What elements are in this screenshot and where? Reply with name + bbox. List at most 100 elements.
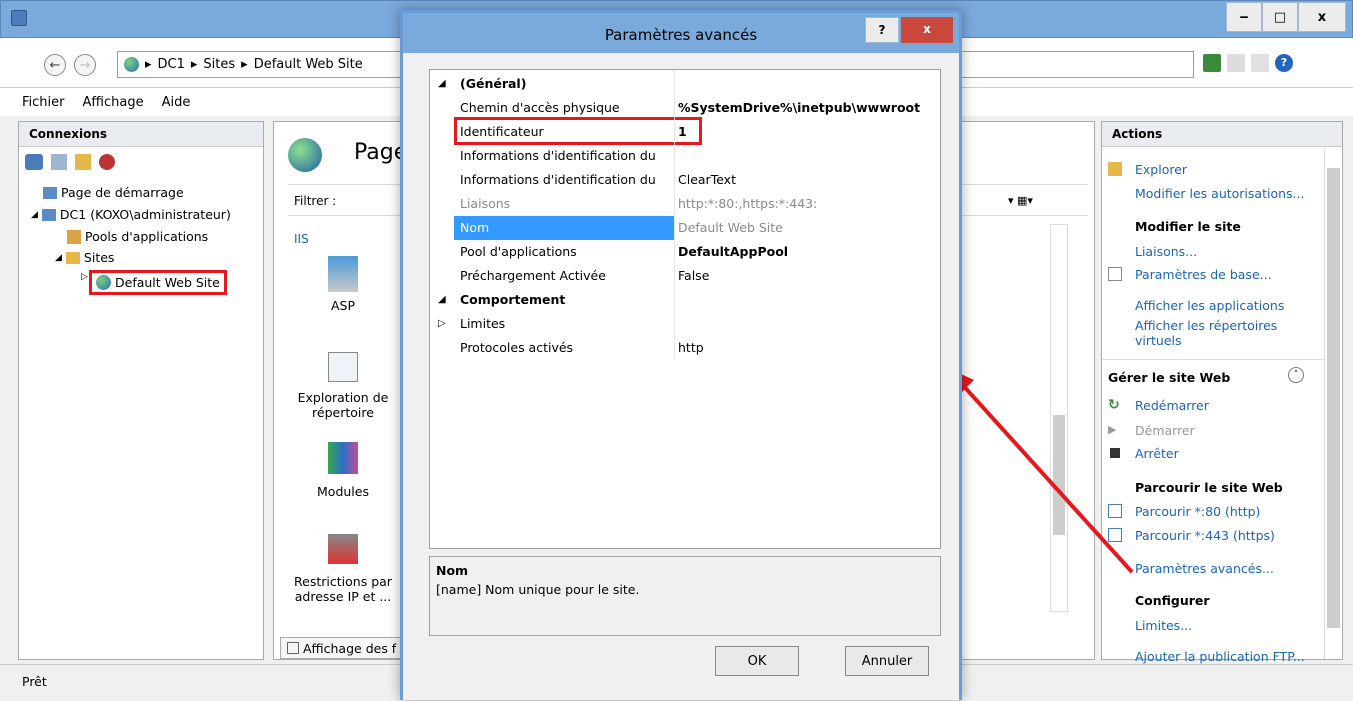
folder-icon[interactable]: [75, 154, 91, 170]
action-bindings[interactable]: Liaisons...: [1135, 244, 1197, 259]
tree-sites[interactable]: ◢ Sites: [55, 250, 114, 265]
disconnect-icon[interactable]: [99, 154, 115, 170]
explore-icon: [1108, 162, 1122, 176]
section-general[interactable]: ◢ (Général): [430, 72, 940, 96]
feature-ip-restrictions[interactable]: Restrictions par adresse IP et ...: [288, 534, 398, 604]
property-row[interactable]: Informations d'identification du ClearTe…: [430, 168, 940, 192]
description-panel: Nom [name] Nom unique pour le site.: [429, 556, 941, 636]
basic-settings-icon: [1108, 267, 1122, 281]
action-restart[interactable]: Redémarrer: [1135, 398, 1209, 413]
cancel-button[interactable]: Annuler: [845, 646, 929, 676]
action-basic-settings[interactable]: Paramètres de base...: [1135, 267, 1272, 282]
action-stop[interactable]: Arrêter: [1135, 446, 1179, 461]
property-name: Identificateur: [460, 124, 544, 139]
tree-default-web-site[interactable]: Default Web Site: [89, 270, 227, 295]
property-name: Chemin d'accès physique: [460, 100, 620, 115]
property-row[interactable]: Informations d'identification du: [430, 144, 940, 168]
connections-title: Connexions: [19, 122, 263, 147]
modules-icon: [328, 442, 358, 474]
description-title: Nom: [436, 563, 469, 578]
connect-icon[interactable]: [25, 154, 43, 170]
dialog-help-button[interactable]: ?: [865, 17, 899, 43]
property-row[interactable]: Préchargement Activée False: [430, 264, 940, 288]
chevron-right-icon: ▸: [145, 57, 152, 72]
property-value: Default Web Site: [678, 220, 783, 235]
group-label: IIS: [294, 232, 309, 246]
section-behavior[interactable]: ◢ Comportement: [430, 288, 940, 312]
action-start[interactable]: Démarrer: [1135, 423, 1195, 438]
action-browse-http[interactable]: Parcourir *:80 (http): [1135, 504, 1260, 519]
globe-large-icon: [288, 138, 322, 172]
action-limits[interactable]: Limites...: [1135, 618, 1192, 633]
asp-icon: [328, 256, 358, 292]
menu-file[interactable]: Fichier: [22, 95, 65, 110]
property-value: 1: [678, 124, 687, 139]
property-row[interactable]: Liaisons http:*:80:,https:*:443:: [430, 192, 940, 216]
action-view-applications[interactable]: Afficher les applications: [1135, 298, 1284, 313]
action-advanced-settings[interactable]: Paramètres avancés...: [1135, 561, 1274, 576]
property-value: http:*:80:,https:*:443:: [678, 196, 818, 211]
tree-app-pools[interactable]: Pools d'applications: [67, 229, 208, 244]
globe-icon: [96, 275, 111, 290]
tree-label: Sites: [83, 250, 115, 265]
property-name: Liaisons: [460, 196, 511, 211]
browse-site-header: Parcourir le site Web: [1135, 480, 1283, 495]
description-text: [name] Nom unique pour le site.: [436, 582, 640, 597]
feature-asp[interactable]: ASP: [288, 256, 398, 313]
home-icon[interactable]: [1251, 54, 1269, 72]
scroll-thumb[interactable]: [1327, 168, 1340, 628]
view-tab[interactable]: Affichage des f: [280, 637, 410, 659]
property-row[interactable]: Pool d'applications DefaultAppPool: [430, 240, 940, 264]
property-row[interactable]: Protocoles activés http: [430, 336, 940, 360]
globe-icon: [124, 57, 139, 72]
connections-panel: Connexions Page de démarrage ◢ DC1 (KOXO…: [18, 121, 264, 660]
action-view-virtual-directories[interactable]: Afficher les répertoires virtuels: [1135, 318, 1315, 348]
breadcrumb-item[interactable]: Default Web Site: [254, 57, 363, 72]
property-value: %SystemDrive%\inetpub\wwwroot: [678, 100, 921, 115]
minimize-button[interactable]: ‒: [1226, 2, 1262, 32]
refresh-icon[interactable]: [1203, 54, 1221, 72]
save-icon[interactable]: [51, 154, 67, 170]
column-divider: [674, 70, 675, 360]
tree-start-page[interactable]: Page de démarrage: [43, 185, 184, 200]
feature-label: Exploration de répertoire: [297, 390, 389, 420]
action-add-ftp[interactable]: Ajouter la publication FTP...: [1135, 649, 1305, 664]
help-icon[interactable]: ?: [1275, 54, 1293, 72]
property-row[interactable]: ▷ Limites: [430, 312, 940, 336]
action-browse-https[interactable]: Parcourir *:443 (https): [1135, 528, 1275, 543]
chevron-right-icon: ▸: [241, 57, 248, 72]
expand-icon[interactable]: ▷: [438, 318, 446, 329]
feature-modules[interactable]: Modules: [288, 442, 398, 499]
tree-label: Pools d'applications: [85, 229, 209, 244]
collapse-section-icon[interactable]: ˄: [1288, 367, 1304, 383]
tree-expand-icon[interactable]: ▷: [81, 272, 88, 282]
breadcrumb-item[interactable]: Sites: [203, 57, 235, 72]
breadcrumb-item[interactable]: DC1: [158, 57, 185, 72]
dialog-close-button[interactable]: x: [901, 17, 953, 43]
back-button[interactable]: ←: [44, 54, 66, 76]
action-explore[interactable]: Explorer: [1135, 162, 1187, 177]
feature-label: Modules: [317, 484, 369, 499]
tree-server[interactable]: ◢ DC1 (KOXO\administrateur): [31, 207, 231, 222]
folder-icon: [65, 251, 80, 264]
connections-toolbar: [25, 154, 115, 170]
action-edit-permissions[interactable]: Modifier les autorisations...: [1135, 186, 1304, 201]
directory-browsing-icon: [328, 352, 358, 382]
app-pool-icon: [67, 229, 81, 244]
ok-button[interactable]: OK: [715, 646, 799, 676]
stop-icon[interactable]: [1227, 54, 1245, 72]
menu-view[interactable]: Affichage: [83, 95, 144, 110]
dialog-body: ◢ (Général) Chemin d'accès physique %Sys…: [403, 53, 959, 700]
menu-help[interactable]: Aide: [162, 95, 191, 110]
maximize-button[interactable]: □: [1262, 2, 1298, 32]
view-options-button[interactable]: ▾ ▦▾: [1008, 194, 1033, 207]
property-row-selected[interactable]: Nom Default Web Site: [430, 216, 940, 240]
forward-button[interactable]: →: [74, 54, 96, 76]
close-window-button[interactable]: x: [1298, 2, 1346, 32]
feature-label: ASP: [330, 298, 356, 313]
actions-scrollbar[interactable]: [1324, 148, 1342, 659]
property-row[interactable]: Identificateur 1: [430, 120, 940, 144]
iis-app-icon: [11, 10, 27, 26]
feature-directory-browsing[interactable]: Exploration de répertoire: [288, 352, 398, 420]
collapse-icon: ◢: [438, 294, 446, 305]
